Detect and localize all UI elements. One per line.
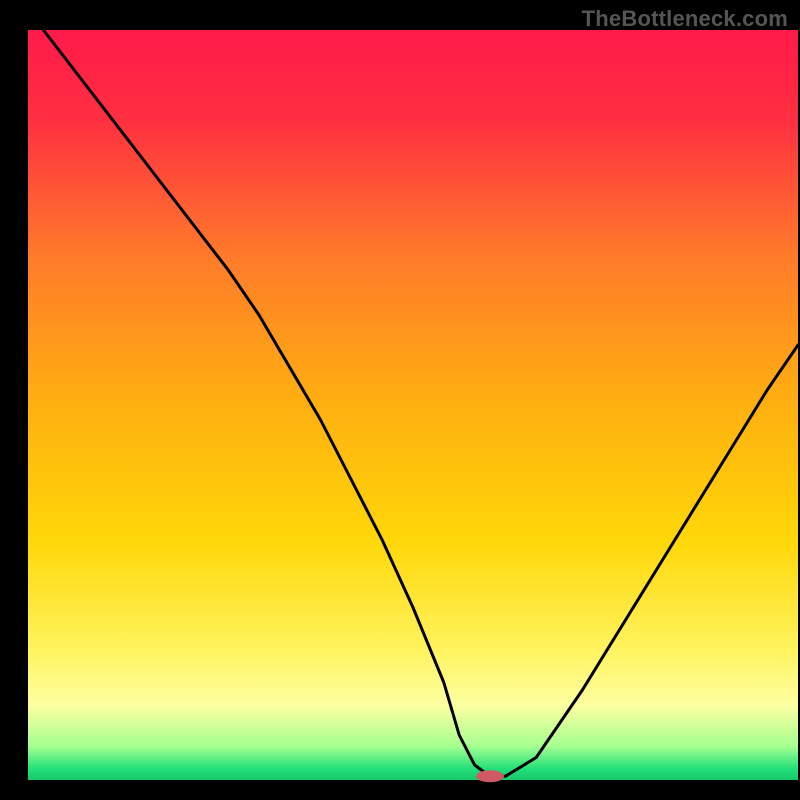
optimal-marker (476, 770, 504, 782)
watermark-text: TheBottleneck.com (582, 6, 788, 32)
chart-frame: TheBottleneck.com (0, 0, 800, 800)
bottleneck-chart (0, 0, 800, 800)
chart-background (28, 30, 798, 780)
